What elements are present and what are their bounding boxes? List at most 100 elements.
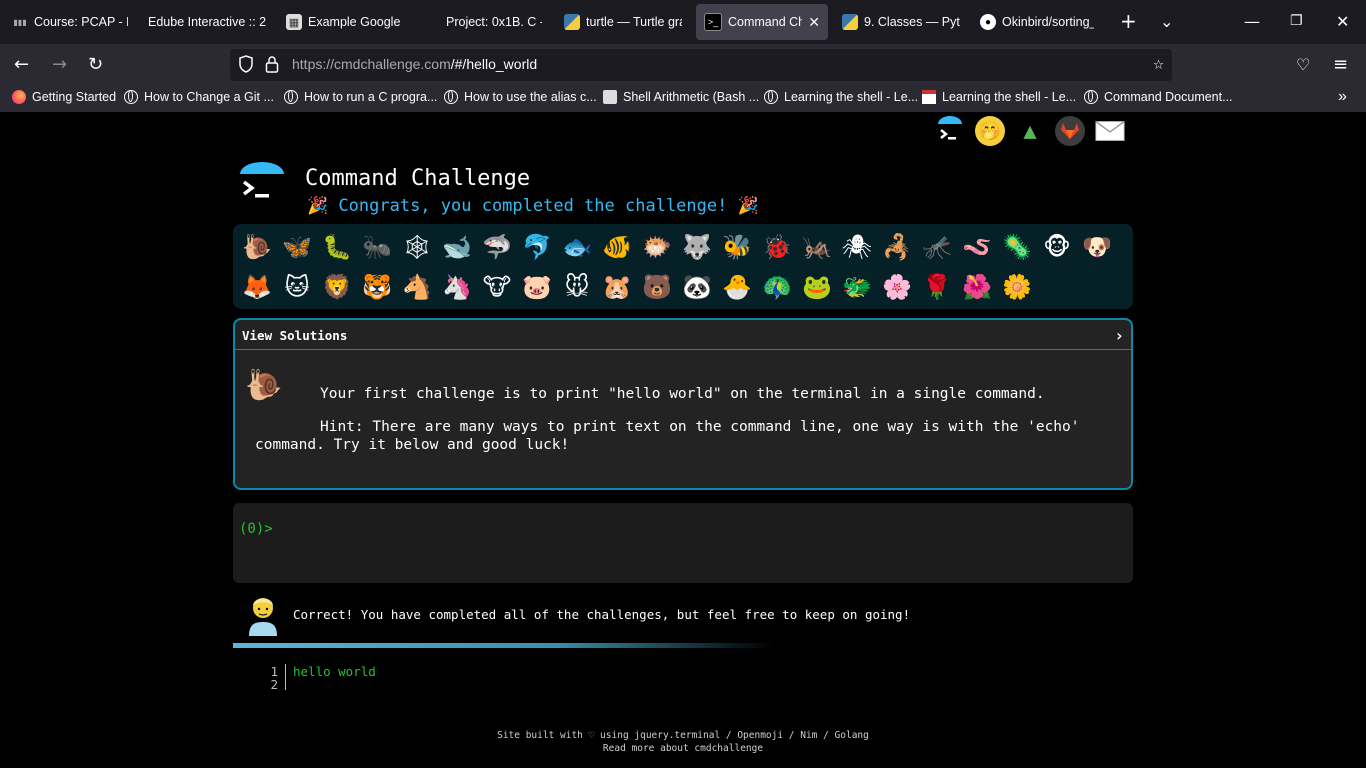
challenge-badge-icon[interactable]: 🦋 — [277, 228, 317, 266]
envelope-icon[interactable] — [1095, 116, 1125, 146]
url-text[interactable]: https://cmdchallenge.com/#/hello_world — [292, 56, 537, 72]
chevron-right-icon[interactable]: » — [1338, 88, 1347, 106]
challenge-badge-icon[interactable]: 🐬 — [517, 228, 557, 266]
challenge-badge-icon[interactable]: 🦈 — [477, 228, 517, 266]
result-row: Correct! You have completed all of the c… — [233, 590, 1133, 640]
bookmarks-bar: Getting Started How to Change a Git ... … — [0, 86, 1366, 112]
tab-google-sheets[interactable]: ▦ Example Google S — [278, 4, 412, 40]
menu-icon[interactable]: ≡ — [1333, 54, 1348, 75]
gutter-divider — [285, 664, 286, 690]
challenge-badge-icon[interactable]: 🐟 — [557, 228, 597, 266]
congrats-banner: 🎉 Congrats, you completed the challenge!… — [307, 196, 759, 216]
challenge-badge-icon[interactable]: 🐠 — [597, 228, 637, 266]
reload-button[interactable]: ↻ — [88, 54, 103, 75]
challenge-badge-icon[interactable]: 🦗 — [797, 228, 837, 266]
challenge-badge-icon[interactable]: 🐵 — [1037, 228, 1077, 266]
challenge-badge-icon[interactable]: 🐼 — [677, 268, 717, 306]
minimize-button[interactable]: — — [1244, 12, 1260, 31]
bookmark-item[interactable]: Learning the shell - Le... — [922, 90, 1076, 104]
cisco-icon: ▮▮▮ — [13, 17, 27, 27]
challenge-badge-icon[interactable]: 🌸 — [877, 268, 917, 306]
challenge-badge-icon[interactable]: 🦠 — [997, 228, 1037, 266]
bookmark-item[interactable]: How to use the alias c... — [444, 90, 597, 104]
challenge-badge-icon[interactable]: 🐮 — [477, 268, 517, 306]
pocket-icon[interactable]: ♡ — [1296, 55, 1310, 74]
tab-title: Project: 0x1B. C - S — [446, 15, 542, 29]
challenge-badge-icon[interactable]: 🕸 — [397, 228, 437, 266]
tab-project[interactable]: Project: 0x1B. C - S — [416, 4, 550, 40]
challenge-badge-icon[interactable]: 🦟 — [917, 228, 957, 266]
challenge-badge-icon[interactable]: 🐻 — [637, 268, 677, 306]
challenge-badge-icon[interactable]: 🐲 — [837, 268, 877, 306]
close-icon[interactable]: ✕ — [808, 14, 820, 31]
bookmark-item[interactable]: How to run a C progra... — [284, 90, 437, 104]
close-window-button[interactable]: ✕ — [1336, 12, 1349, 31]
challenge-badge-icon[interactable]: 🦁 — [317, 268, 357, 306]
tab-pcap[interactable]: ▮▮▮ Course: PCAP - Pr — [4, 4, 136, 40]
cmdchallenge-logo[interactable] — [238, 160, 286, 212]
chevron-down-icon[interactable]: ⌄ — [1160, 12, 1173, 31]
challenge-badge-icon[interactable]: 🐛 — [317, 228, 357, 266]
challenge-badge-icon[interactable]: 🌹 — [917, 268, 957, 306]
challenge-badge-icon[interactable]: 🌼 — [997, 268, 1037, 306]
chevron-right-icon[interactable]: › — [1114, 326, 1124, 345]
challenge-badge-icon[interactable]: 🐴 — [397, 268, 437, 306]
challenge-badge-icon[interactable]: 🐺 — [677, 228, 717, 266]
challenge-badge-icon[interactable]: 🐡 — [637, 228, 677, 266]
tab-github[interactable]: ● Okinbird/sorting_ — [972, 4, 1102, 40]
lock-icon[interactable] — [265, 55, 279, 73]
tree-icon[interactable]: ▲ — [1015, 116, 1045, 146]
challenge-badge-icon[interactable]: 🐞 — [757, 228, 797, 266]
page-title: Command Challenge — [305, 166, 531, 191]
bookmark-label: Command Document... — [1104, 90, 1233, 104]
footer-about-link[interactable]: Read more about cmdchallenge — [233, 742, 1133, 755]
challenge-badge-icon[interactable]: 🐭 — [557, 268, 597, 306]
shield-icon[interactable] — [238, 55, 254, 73]
challenge-badge-icon[interactable]: 🐱 — [277, 268, 317, 306]
challenge-badge-icon[interactable]: 🐶 — [1077, 228, 1117, 266]
gitlab-icon[interactable] — [1055, 116, 1085, 146]
bookmark-star-icon[interactable]: ☆ — [1153, 53, 1164, 74]
challenge-badge-icon[interactable]: 🐋 — [437, 228, 477, 266]
challenge-badge-icon[interactable]: 🐝 — [717, 228, 757, 266]
challenge-badge-icon[interactable]: 🌺 — [957, 268, 997, 306]
view-solutions-toggle[interactable]: View Solutions › — [235, 320, 1131, 350]
tab-edube[interactable]: Edube Interactive :: 2.0 — [140, 4, 274, 40]
challenge-badge-icon[interactable]: 🦄 — [437, 268, 477, 306]
tab-turtle[interactable]: turtle — Turtle gra — [556, 4, 690, 40]
challenge-badge-icon[interactable]: 🐯 — [357, 268, 397, 306]
tab-command-challenge[interactable]: >_ Command Cha ✕ — [696, 4, 828, 40]
terminal-prompt: (0)> — [239, 521, 273, 537]
challenge-badge-icon[interactable]: 🪱 — [957, 228, 997, 266]
bookmark-item[interactable]: Command Document... — [1084, 90, 1233, 104]
output-line: hello world — [293, 664, 376, 679]
new-tab-button[interactable]: + — [1120, 9, 1137, 33]
bookmark-item[interactable]: Learning the shell - Le... — [764, 90, 918, 104]
forward-button[interactable]: → — [52, 54, 67, 75]
terminal-input[interactable]: (0)> — [233, 503, 1133, 583]
back-button[interactable]: ← — [14, 54, 29, 75]
url-bar[interactable]: https://cmdchallenge.com/#/hello_world ☆ — [230, 49, 1172, 81]
challenge-badge-icon[interactable]: 🐜 — [357, 228, 397, 266]
challenge-badge-icon[interactable]: 🐌 — [237, 228, 277, 266]
challenge-badge-icon[interactable]: 🐷 — [517, 268, 557, 306]
tab-python-classes[interactable]: 9. Classes — Pytho — [834, 4, 968, 40]
challenge-badge-icon[interactable]: 🦊 — [237, 268, 277, 306]
challenge-badge-icon[interactable]: 🐸 — [797, 268, 837, 306]
restore-button[interactable]: ❐ — [1290, 13, 1303, 29]
challenge-badge-icon[interactable]: 🦚 — [757, 268, 797, 306]
challenge-badge-icon[interactable]: 🦂 — [877, 228, 917, 266]
bookmark-item[interactable]: Shell Arithmetic (Bash ... — [603, 90, 759, 104]
face-with-hand-over-mouth-icon[interactable]: 🤭 — [975, 116, 1005, 146]
bookmark-item[interactable]: Getting Started — [12, 90, 116, 104]
bookmark-label: How to Change a Git ... — [144, 90, 274, 104]
terminal-logo-icon[interactable] — [935, 116, 965, 146]
google-sheets-icon: ▦ — [286, 14, 302, 30]
linux-tux-icon — [603, 90, 617, 104]
challenge-badge-icon[interactable]: 🐣 — [717, 268, 757, 306]
challenge-badge-icon[interactable]: 🕷 — [837, 228, 877, 266]
challenge-badge-icon[interactable]: 🐹 — [597, 268, 637, 306]
tab-title: turtle — Turtle gra — [586, 15, 682, 29]
bookmark-item[interactable]: How to Change a Git ... — [124, 90, 274, 104]
footer: Site built with ♡ using jquery.terminal … — [233, 729, 1133, 755]
